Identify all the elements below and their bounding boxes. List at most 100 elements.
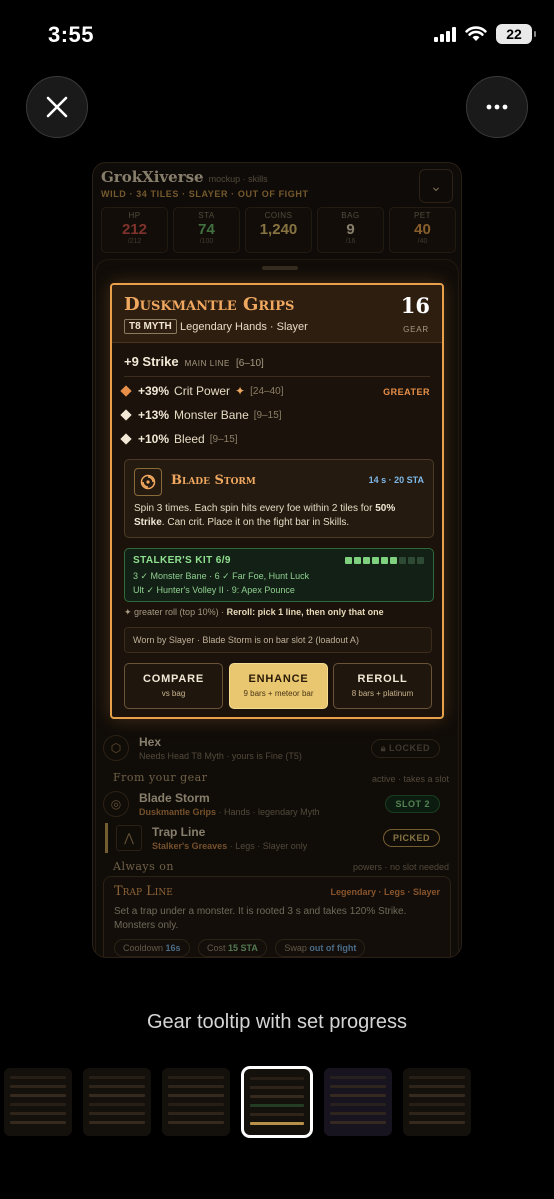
set-bonus-line-1: 3 ✓ Monster Bane · 6 ✓ Far Foe, Hunt Luc… — [133, 571, 310, 581]
stat-hp: HP 212 /212 — [101, 207, 168, 253]
thumbnail-line — [409, 1076, 465, 1079]
thumbnail-line — [10, 1121, 66, 1124]
set-pip — [363, 557, 370, 564]
thumbnail-line — [89, 1076, 145, 1079]
thumbnail-line — [168, 1076, 224, 1079]
thumbnail-line — [330, 1085, 386, 1088]
set-pip — [390, 557, 397, 564]
blade-storm-icon — [134, 468, 162, 496]
thumbnail-line — [89, 1085, 145, 1088]
skill-row-blade-storm[interactable]: ◎ Blade Storm Duskmantle Grips · Hands ·… — [103, 789, 448, 819]
thumbnail[interactable] — [162, 1068, 230, 1136]
mockup-subtitle: WILD · 34 TILES · SLAYER · OUT OF FIGHT — [101, 189, 309, 199]
set-pip — [372, 557, 379, 564]
thumbnail-line — [89, 1094, 145, 1097]
enhance-button[interactable]: ENHANCE 9 bars + meteor bar — [229, 663, 328, 709]
trap-card-title: Trap Line — [114, 884, 173, 899]
thumbnail-line — [10, 1112, 66, 1115]
set-pip — [399, 557, 406, 564]
set-progress: STALKER'S KIT 6/9 3 ✓ Monster Bane · 6 ✓… — [124, 548, 434, 602]
thumbnail-line — [168, 1094, 224, 1097]
battery-icon: 22 — [496, 24, 536, 44]
thumbnail[interactable] — [4, 1068, 72, 1136]
reroll-button[interactable]: REROLL 8 bars + platinum — [333, 663, 432, 709]
thumbnail-line — [250, 1104, 304, 1107]
stat-coins: COINS 1,240 — [245, 207, 312, 253]
thumbnail-line — [330, 1112, 386, 1115]
main-line: +9 Strike MAIN LINE [6–10] — [124, 354, 264, 369]
compare-button[interactable]: COMPARE vs bag — [124, 663, 223, 709]
section-always-on-note: powers · no slot needed — [352, 862, 449, 872]
skill-row-trap-line[interactable]: ⋀ Trap Line Stalker's Greaves · Legs · S… — [105, 823, 448, 853]
star-icon: ✦ — [235, 384, 246, 398]
thumbnail-line — [10, 1085, 66, 1088]
gear-score-label: GEAR — [403, 325, 429, 334]
trap-line-icon: ⋀ — [116, 825, 142, 851]
status-indicators: 22 — [434, 24, 536, 44]
thumbnail-line — [409, 1121, 465, 1124]
ellipsis-icon — [486, 104, 508, 110]
gear-score: 16 — [400, 293, 430, 318]
thumbnail-line — [250, 1086, 304, 1089]
thumbnail-line — [168, 1121, 224, 1124]
trap-card-chips: Cooldown 16s Cost 15 STA Swap out of fig… — [114, 938, 369, 957]
thumbnail[interactable] — [241, 1066, 313, 1138]
cooldown-chip: Cooldown 16s — [114, 939, 190, 957]
thumbnail-line — [250, 1113, 304, 1116]
diamond-icon — [120, 433, 132, 445]
stat-bag: BAG 9 /16 — [317, 207, 384, 253]
thumbnail-line — [10, 1094, 66, 1097]
thumbnail-line — [250, 1122, 304, 1125]
tooltip-header: Duskmantle Grips T8 MYTH Legendary Hands… — [112, 285, 442, 343]
skill-cost: 14 s · 20 STA — [368, 475, 424, 485]
thumbnail-line — [89, 1103, 145, 1106]
thumbnail[interactable] — [403, 1068, 471, 1136]
thumbnail-line — [330, 1076, 386, 1079]
thumbnail-line — [168, 1112, 224, 1115]
thumbnail-line — [10, 1103, 66, 1106]
thumbnail-line — [250, 1095, 304, 1098]
set-title: STALKER'S KIT 6/9 — [133, 555, 231, 566]
section-from-gear: From your gear — [113, 771, 208, 784]
wifi-icon — [465, 26, 487, 41]
thumbnail-line — [168, 1085, 224, 1088]
skill-name: Blade Storm — [171, 473, 256, 488]
set-pip — [345, 557, 352, 564]
affix-bleed: +10% Bleed [9–15] — [120, 432, 238, 446]
set-bonus-line-2: Ult ✓ Hunter's Volley II · 9: Apex Pounc… — [133, 585, 295, 595]
sheet-grabber[interactable] — [262, 266, 298, 270]
thumbnail-line — [250, 1077, 304, 1080]
trap-card-tags: Legendary · Legs · Slayer — [330, 887, 440, 897]
screenshot-caption: Gear tooltip with set progress — [146, 1011, 408, 1033]
tier-badge: T8 MYTH — [124, 319, 177, 334]
skill-description: Spin 3 times. Each spin hits every foe w… — [134, 503, 396, 528]
diamond-icon — [120, 409, 132, 421]
blade-storm-icon: ◎ — [103, 791, 129, 817]
thumbnail-line — [409, 1103, 465, 1106]
greater-label: GREATER — [383, 387, 430, 397]
set-pip — [417, 557, 424, 564]
picked-badge: PICKED — [382, 829, 440, 847]
thumbnail[interactable] — [83, 1068, 151, 1136]
affix-crit-power: +39% Crit Power ✦ [24–40] — [120, 384, 283, 398]
affix-monster-bane: +13% Monster Bane [9–15] — [120, 408, 282, 422]
divider — [124, 376, 430, 377]
chevron-down-icon[interactable]: ⌄ — [419, 169, 453, 203]
thumbnail-line — [330, 1103, 386, 1106]
set-pip — [381, 557, 388, 564]
thumbnail[interactable] — [324, 1068, 392, 1136]
more-options-button[interactable] — [466, 76, 528, 138]
thumbnail-line — [89, 1121, 145, 1124]
thumbnail-line — [409, 1085, 465, 1088]
close-button[interactable] — [26, 76, 88, 138]
mockup-title: GrokXiverse mockup · skills — [101, 168, 268, 186]
set-progress-pips — [345, 557, 424, 564]
thumbnail-line — [330, 1121, 386, 1124]
trap-line-card[interactable]: Trap Line Legendary · Legs · Slayer Set … — [103, 876, 451, 957]
section-from-gear-note: active · takes a slot — [371, 774, 449, 784]
locked-badge: 🔒︎ LOCKED — [370, 738, 440, 758]
gear-tooltip: Duskmantle Grips T8 MYTH Legendary Hands… — [110, 283, 444, 719]
skill-row-hex[interactable]: ⬡ Hex Needs Head T8 Myth · yours is Fine… — [103, 733, 448, 763]
item-kind: Legendary Hands · Slayer — [180, 321, 308, 333]
cellular-signal-icon — [434, 26, 456, 42]
